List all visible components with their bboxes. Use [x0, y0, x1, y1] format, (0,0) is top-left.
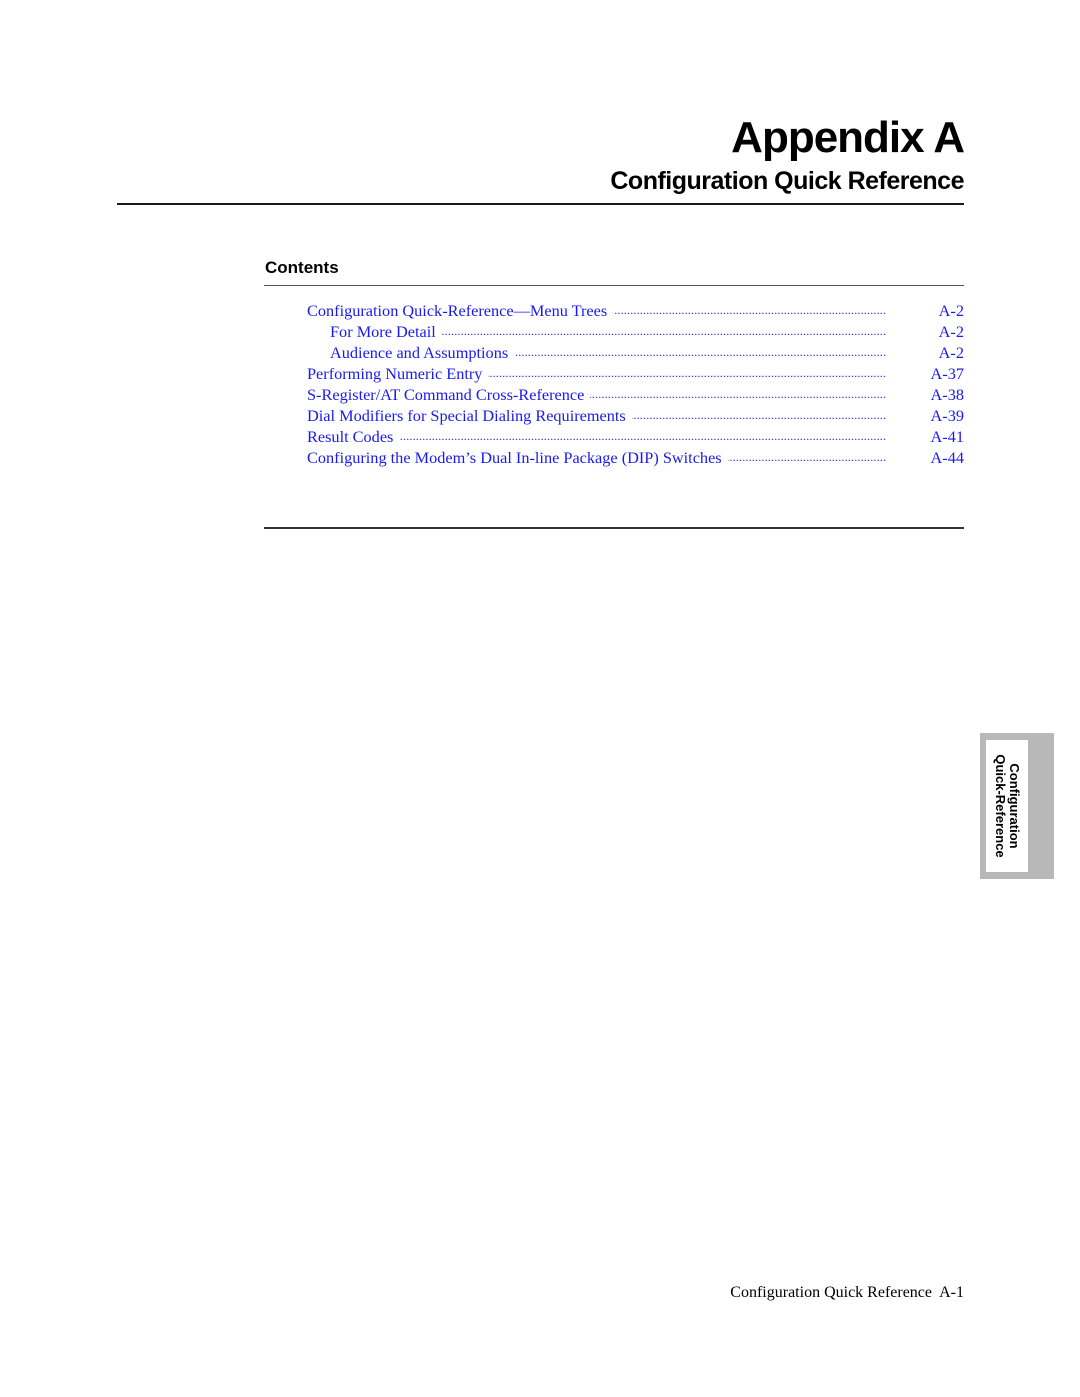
- toc-entry-label[interactable]: Result Codes: [307, 427, 400, 446]
- toc-entry[interactable]: ........................................…: [307, 426, 964, 447]
- thumb-tab-line-1: Configuration: [1007, 763, 1022, 849]
- section-thumb-tab-label-box: Configuration Quick-Reference: [986, 740, 1028, 872]
- toc-entry-page[interactable]: A-2: [939, 321, 964, 342]
- toc-entry-label[interactable]: Dial Modifiers for Special Dialing Requi…: [307, 406, 632, 425]
- toc-entry-page[interactable]: A-44: [931, 447, 964, 468]
- title-rule: [117, 203, 964, 205]
- toc-entry-label[interactable]: Performing Numeric Entry: [307, 364, 489, 383]
- toc-entry[interactable]: ........................................…: [307, 384, 964, 405]
- toc-entry[interactable]: ........................................…: [307, 321, 964, 342]
- toc-entry-label[interactable]: Configuration Quick-Reference—Menu Trees: [307, 301, 614, 320]
- toc-entry[interactable]: ........................................…: [307, 342, 964, 363]
- toc-entry-label[interactable]: Audience and Assumptions: [307, 343, 515, 362]
- toc-entry-page[interactable]: A-38: [931, 384, 964, 405]
- toc-entry-page[interactable]: A-37: [931, 363, 964, 384]
- toc-entry-label[interactable]: S-Register/AT Command Cross-Reference: [307, 385, 591, 404]
- toc-entry[interactable]: ........................................…: [307, 447, 964, 468]
- toc-entry-page[interactable]: A-2: [939, 342, 964, 363]
- appendix-title: Appendix A: [731, 113, 965, 162]
- toc-entry[interactable]: ........................................…: [307, 405, 964, 426]
- page-footer: Configuration Quick Reference A-1: [730, 1284, 964, 1301]
- contents-heading: Contents: [265, 258, 339, 277]
- toc-entry-page[interactable]: A-2: [939, 300, 964, 321]
- section-thumb-tab: Configuration Quick-Reference: [980, 733, 1054, 879]
- toc-entry-label[interactable]: Configuring the Modem’s Dual In-line Pac…: [307, 448, 728, 467]
- appendix-subtitle: Configuration Quick Reference: [610, 167, 964, 195]
- toc-entry-page[interactable]: A-41: [931, 426, 964, 447]
- toc-entry-page[interactable]: A-39: [931, 405, 964, 426]
- contents-rule: [264, 285, 964, 286]
- thumb-tab-line-2: Quick-Reference: [993, 754, 1008, 858]
- toc-entry[interactable]: ........................................…: [307, 363, 964, 384]
- contents-bottom-rule: [264, 527, 964, 529]
- section-thumb-tab-label: Configuration Quick-Reference: [993, 754, 1022, 858]
- toc-entry-label[interactable]: For More Detail: [307, 322, 442, 341]
- toc-entry[interactable]: ........................................…: [307, 300, 964, 321]
- table-of-contents: ........................................…: [307, 300, 964, 468]
